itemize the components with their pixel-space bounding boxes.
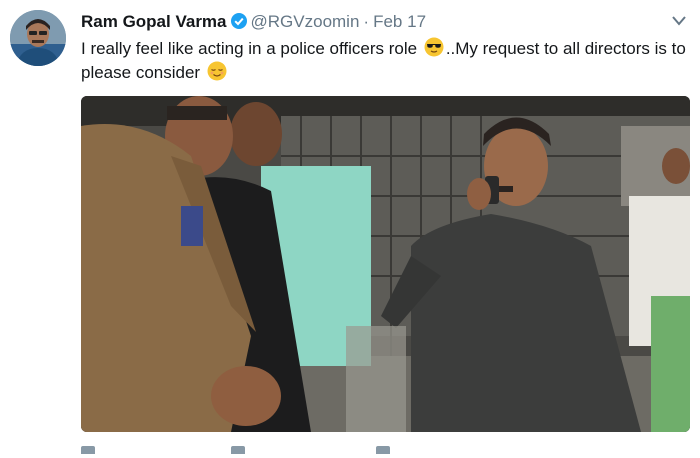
- chevron-down-icon[interactable]: [670, 14, 688, 28]
- tweet-actions: [81, 446, 681, 458]
- avatar[interactable]: [10, 10, 66, 66]
- like-icon[interactable]: [376, 446, 390, 454]
- tweet[interactable]: Ram Gopal Varma @RGVzoomin · Feb 17 I reall…: [0, 0, 700, 454]
- tweet-photo[interactable]: [81, 96, 690, 432]
- avatar-image: [10, 10, 66, 66]
- tweet-header: Ram Gopal Varma @RGVzoomin · Feb 17: [81, 12, 426, 32]
- tweet-photo-image: [81, 96, 690, 432]
- display-name[interactable]: Ram Gopal Varma: [81, 12, 227, 31]
- sunglasses-emoji-icon: [424, 37, 444, 57]
- separator-dot: ·: [363, 12, 370, 31]
- reply-icon[interactable]: [81, 446, 95, 454]
- relieved-emoji-icon: [207, 61, 227, 81]
- verified-badge-icon: [230, 13, 247, 29]
- user-handle[interactable]: @RGVzoomin: [251, 12, 360, 31]
- retweet-icon[interactable]: [231, 446, 245, 454]
- tweet-date[interactable]: Feb 17: [373, 12, 426, 31]
- tweet-text-part1: I really feel like acting in a police of…: [81, 39, 418, 58]
- tweet-text: I really feel like acting in a police of…: [81, 37, 691, 85]
